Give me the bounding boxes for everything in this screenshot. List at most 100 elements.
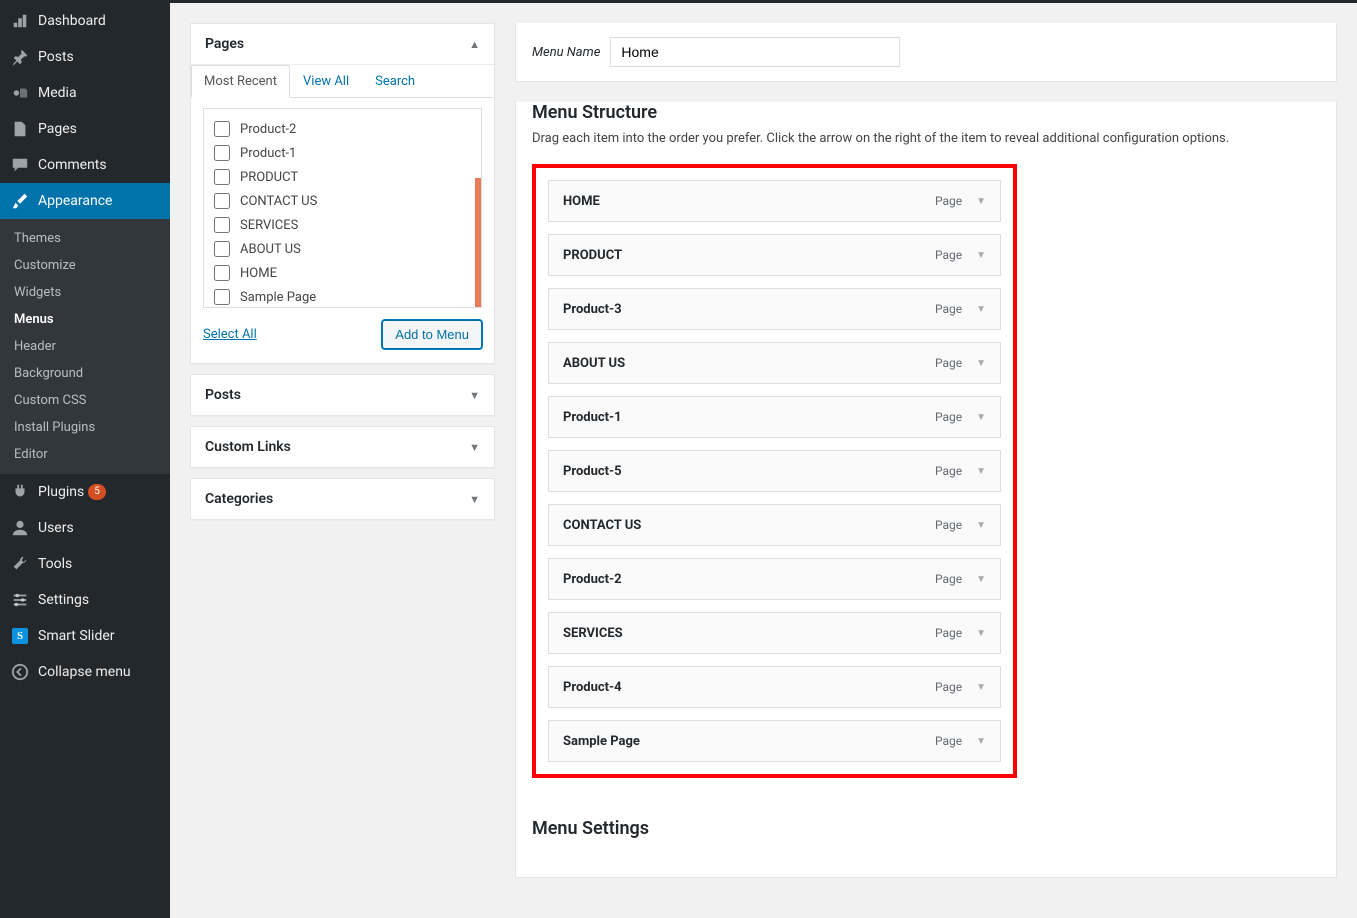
menu-structure-item[interactable]: PRODUCTPage▼ (548, 234, 1001, 276)
page-checkbox[interactable] (214, 121, 230, 137)
menu-structure-item[interactable]: HOMEPage▼ (548, 180, 1001, 222)
tab-view-all[interactable]: View All (290, 65, 362, 98)
chevron-down-icon[interactable]: ▼ (976, 574, 986, 585)
page-checkbox[interactable] (214, 169, 230, 185)
sidebar-item-users[interactable]: Users (0, 510, 170, 546)
custom-links-accordion: Custom Links ▼ (190, 426, 495, 468)
check-item[interactable]: Product-1 (214, 141, 471, 165)
accordion-title: Posts (205, 387, 241, 403)
menu-structure-item[interactable]: CONTACT US Page▼ (548, 504, 1001, 546)
page-checkbox[interactable] (214, 145, 230, 161)
menu-structure-item[interactable]: Product-3Page▼ (548, 288, 1001, 330)
sidebar-item-comments[interactable]: Comments (0, 147, 170, 183)
page-checkbox[interactable] (214, 193, 230, 209)
page-checkbox[interactable] (214, 265, 230, 281)
submenu-customize[interactable]: Customize (0, 252, 170, 279)
menu-item-type-label: Page (935, 248, 962, 262)
submenu-header[interactable]: Header (0, 333, 170, 360)
chevron-down-icon[interactable]: ▼ (976, 196, 986, 207)
sidebar-item-dashboard[interactable]: Dashboard (0, 3, 170, 39)
admin-sidebar: Dashboard Posts Media Pages Comments App… (0, 3, 170, 918)
accordion-title: Categories (205, 491, 273, 507)
sidebar-item-settings[interactable]: Settings (0, 582, 170, 618)
chevron-down-icon[interactable]: ▼ (976, 520, 986, 531)
menu-structure-item[interactable]: Product-4Page▼ (548, 666, 1001, 708)
comment-icon (10, 155, 30, 175)
sidebar-item-pages[interactable]: Pages (0, 111, 170, 147)
categories-accordion-header[interactable]: Categories ▼ (191, 479, 494, 519)
submenu-widgets[interactable]: Widgets (0, 279, 170, 306)
pages-checklist[interactable]: Product-2 Product-1 PRODUCT CONTACT US S… (203, 108, 482, 308)
chevron-down-icon[interactable]: ▼ (976, 466, 986, 477)
pages-tabs: Most Recent View All Search (191, 65, 494, 98)
select-all-link[interactable]: Select All (203, 327, 257, 342)
submenu-background[interactable]: Background (0, 360, 170, 387)
check-item[interactable]: SERVICES (214, 213, 471, 237)
sidebar-item-smart-slider[interactable]: S Smart Slider (0, 618, 170, 654)
collapse-icon (10, 662, 30, 682)
sidebar-item-collapse[interactable]: Collapse menu (0, 654, 170, 690)
sidebar-item-media[interactable]: Media (0, 75, 170, 111)
menu-item-title: SERVICES (563, 626, 623, 641)
submenu-install-plugins[interactable]: Install Plugins (0, 414, 170, 441)
check-item[interactable]: HOME (214, 261, 471, 285)
chevron-down-icon: ▼ (469, 493, 480, 506)
menu-item-title: Product-5 (563, 464, 622, 479)
chevron-down-icon[interactable]: ▼ (976, 304, 986, 315)
sidebar-item-label: Pages (38, 121, 77, 137)
chevron-down-icon: ▼ (469, 441, 480, 454)
sidebar-item-posts[interactable]: Posts (0, 39, 170, 75)
sidebar-item-tools[interactable]: Tools (0, 546, 170, 582)
chevron-down-icon[interactable]: ▼ (976, 412, 986, 423)
sidebar-item-label: Tools (38, 556, 72, 572)
check-item[interactable]: Product-2 (214, 117, 471, 141)
sliders-icon (10, 590, 30, 610)
custom-links-accordion-header[interactable]: Custom Links ▼ (191, 427, 494, 467)
brush-icon (10, 191, 30, 211)
menu-structure-item[interactable]: Sample PagePage▼ (548, 720, 1001, 762)
menu-item-meta: Page▼ (935, 518, 986, 532)
pages-accordion-header[interactable]: Pages ▲ (191, 24, 494, 64)
menu-item-meta: Page ▼ (935, 302, 986, 316)
sidebar-item-label: Smart Slider (38, 628, 115, 644)
submenu-custom-css[interactable]: Custom CSS (0, 387, 170, 414)
accordion-title: Pages (205, 36, 244, 52)
chevron-up-icon: ▲ (469, 38, 480, 51)
chevron-down-icon[interactable]: ▼ (976, 358, 986, 369)
menu-name-input[interactable] (610, 37, 900, 67)
menu-structure-item[interactable]: SERVICES Page ▼ (548, 612, 1001, 654)
menu-item-type-label: Page (935, 626, 962, 640)
menu-structure-item[interactable]: Product-1Page▼ (548, 396, 1001, 438)
check-item[interactable]: PRODUCT (214, 165, 471, 189)
chevron-down-icon[interactable]: ▼ (976, 736, 986, 747)
check-item[interactable]: CONTACT US (214, 189, 471, 213)
page-checkbox[interactable] (214, 217, 230, 233)
tab-most-recent[interactable]: Most Recent (191, 65, 290, 98)
sidebar-item-plugins[interactable]: Plugins 5 (0, 474, 170, 510)
check-item[interactable]: Sample Page (214, 285, 471, 308)
plugin-update-badge: 5 (88, 484, 106, 500)
menu-item-title: CONTACT US (563, 518, 641, 533)
menu-structure-item[interactable]: Product-5 Page▼ (548, 450, 1001, 492)
menu-item-title: Product-1 (563, 410, 622, 425)
check-item[interactable]: ABOUT US (214, 237, 471, 261)
page-checkbox[interactable] (214, 241, 230, 257)
sidebar-item-label: Appearance (38, 193, 112, 209)
tab-search[interactable]: Search (362, 65, 428, 98)
submenu-themes[interactable]: Themes (0, 225, 170, 252)
add-to-menu-button[interactable]: Add to Menu (382, 320, 482, 349)
submenu-menus[interactable]: Menus (0, 306, 170, 333)
appearance-submenu: Themes Customize Widgets Menus Header Ba… (0, 219, 170, 474)
submenu-editor[interactable]: Editor (0, 441, 170, 468)
chevron-down-icon[interactable]: ▼ (976, 628, 986, 639)
menu-item-meta: Page▼ (935, 464, 986, 478)
categories-accordion: Categories ▼ (190, 478, 495, 520)
menu-structure-item[interactable]: Product-2Page▼ (548, 558, 1001, 600)
sidebar-item-appearance[interactable]: Appearance (0, 183, 170, 219)
page-checkbox[interactable] (214, 289, 230, 305)
menu-structure-item[interactable]: ABOUT USPage▼ (548, 342, 1001, 384)
chevron-down-icon[interactable]: ▼ (976, 250, 986, 261)
menu-item-type-label: Page (935, 302, 962, 316)
posts-accordion-header[interactable]: Posts ▼ (191, 375, 494, 415)
chevron-down-icon[interactable]: ▼ (976, 682, 986, 693)
